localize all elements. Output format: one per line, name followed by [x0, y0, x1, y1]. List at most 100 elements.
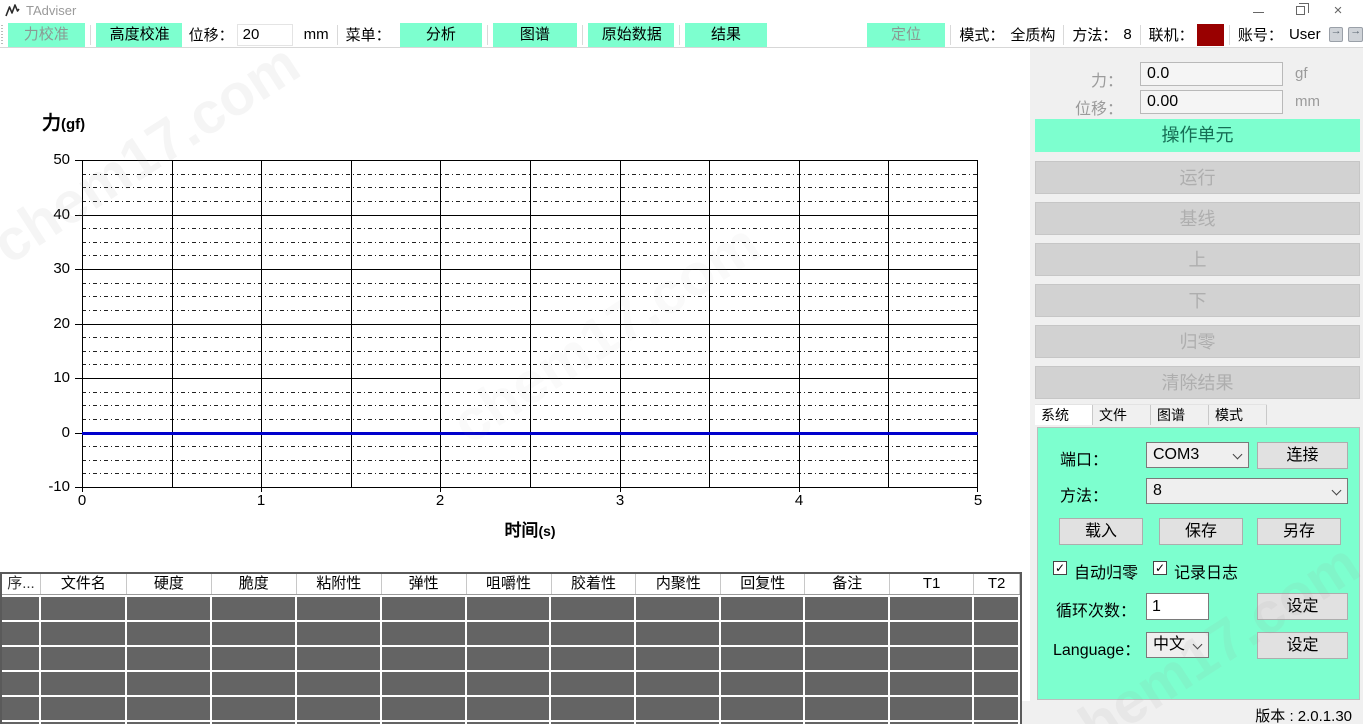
tab-系统[interactable]: 系统 [1035, 405, 1093, 425]
window-title: TAdviser [26, 3, 76, 18]
zero-button[interactable]: 归零 [1035, 325, 1360, 358]
table-cell [382, 697, 465, 720]
tab-模式[interactable]: 模式 [1209, 405, 1267, 425]
table-cell [297, 672, 380, 695]
table-column-header[interactable]: 序... [2, 574, 41, 594]
menu-label: 菜单： [343, 24, 394, 45]
force-unit: gf [1295, 65, 1308, 82]
y-tick-mark [75, 215, 82, 216]
analyze-button[interactable]: 分析 [400, 23, 483, 47]
close-button[interactable]: × [1321, 0, 1355, 22]
table-cell [805, 697, 888, 720]
table-column-header[interactable]: 内聚性 [636, 574, 721, 594]
tab-文件[interactable]: 文件 [1093, 405, 1151, 425]
raw-data-button[interactable]: 原始数据 [588, 23, 674, 47]
method-select-label: 方法： [1060, 482, 1108, 506]
restore-button[interactable] [1283, 0, 1317, 22]
table-cell [721, 622, 803, 645]
language-select[interactable]: 中文 [1146, 632, 1209, 658]
table-cell [805, 647, 888, 670]
table-row[interactable] [2, 597, 1020, 620]
table-column-header[interactable]: T1 [890, 574, 974, 594]
table-cell [805, 672, 888, 695]
method-select[interactable]: 8 [1146, 478, 1348, 504]
login-icon[interactable] [1329, 27, 1344, 42]
table-row[interactable] [2, 622, 1020, 645]
table-column-header[interactable]: T2 [974, 574, 1020, 594]
table-cell [41, 622, 125, 645]
table-column-header[interactable]: 胶着性 [552, 574, 637, 594]
load-button[interactable]: 载入 [1059, 518, 1143, 545]
vertical-gridline [440, 160, 441, 487]
spectrum-button[interactable]: 图谱 [493, 23, 577, 47]
online-label: 联机： [1146, 24, 1197, 45]
table-cell [551, 647, 634, 670]
save-as-button[interactable]: 另存 [1257, 518, 1341, 545]
table-cell [127, 697, 210, 720]
log-checkbox[interactable]: ✓ [1153, 561, 1167, 575]
vertical-gridline [888, 160, 889, 487]
chevron-down-icon [1233, 450, 1243, 460]
table-cell [721, 647, 803, 670]
table-row[interactable] [2, 647, 1020, 670]
auto-zero-label: 自动归零 [1074, 559, 1138, 583]
toolbar-grip[interactable] [1, 25, 5, 45]
table-column-header[interactable]: 硬度 [127, 574, 212, 594]
table-row[interactable] [2, 672, 1020, 695]
run-button[interactable]: 运行 [1035, 161, 1360, 194]
table-body [2, 597, 1020, 724]
y-tick-mark [75, 433, 82, 434]
operate-unit-button[interactable]: 操作单元 [1035, 119, 1360, 152]
table-cell [974, 697, 1018, 720]
account-value: User [1286, 26, 1324, 43]
vertical-gridline [261, 160, 262, 487]
table-column-header[interactable]: 备注 [805, 574, 890, 594]
y-tick-label: 0 [30, 424, 70, 442]
displacement-unit: mm [1295, 93, 1320, 110]
positioning-button[interactable]: 定位 [867, 23, 946, 47]
logout-icon[interactable] [1348, 27, 1363, 42]
table-row[interactable] [2, 697, 1020, 720]
table-column-header[interactable]: 回复性 [721, 574, 805, 594]
save-button[interactable]: 保存 [1159, 518, 1243, 545]
table-column-header[interactable]: 弹性 [382, 574, 467, 594]
y-tick-mark [75, 487, 82, 488]
tab-图谱[interactable]: 图谱 [1151, 405, 1209, 425]
displacement-input[interactable] [237, 24, 293, 46]
height-calibration-button[interactable]: 高度校准 [96, 23, 182, 47]
toolbar: 力校准 高度校准 位移： mm 菜单： 分析 图谱 原始数据 结果 定位 模式：… [0, 22, 1363, 48]
force-calibration-button[interactable]: 力校准 [8, 23, 85, 47]
displacement-readout-label: 位移： [1075, 95, 1123, 119]
chart-x-axis-title: 时间(s) [0, 516, 1060, 541]
vertical-gridline [977, 160, 978, 487]
connect-button[interactable]: 连接 [1257, 442, 1348, 469]
y-tick-mark [75, 269, 82, 270]
up-button[interactable]: 上 [1035, 243, 1360, 276]
table-cell [127, 672, 210, 695]
system-tab-panel: 端口： COM3 连接 方法： 8 载入 保存 另存 ✓ 自动归零 ✓ 记录日志… [1037, 427, 1360, 700]
vertical-gridline [620, 160, 621, 487]
table-cell [551, 697, 634, 720]
table-column-header[interactable]: 脆度 [212, 574, 297, 594]
plot-area[interactable]: 50403020100-10012345 [82, 160, 978, 487]
clear-results-button[interactable]: 清除结果 [1035, 366, 1360, 399]
baseline-button[interactable]: 基线 [1035, 202, 1360, 235]
down-button[interactable]: 下 [1035, 284, 1360, 317]
minor-gridline [82, 392, 978, 393]
table-column-header[interactable]: 文件名 [41, 574, 127, 594]
table-column-header[interactable]: 粘附性 [297, 574, 382, 594]
displacement-unit: mm [301, 26, 332, 43]
cycles-input[interactable] [1146, 593, 1209, 620]
table-cell [636, 622, 719, 645]
version-text: 版本 : 2.0.1.30 [1255, 705, 1352, 724]
language-set-button[interactable]: 设定 [1257, 632, 1348, 659]
table-cell [2, 622, 39, 645]
minimize-button[interactable] [1241, 0, 1275, 22]
port-select[interactable]: COM3 [1146, 442, 1249, 468]
auto-zero-checkbox[interactable]: ✓ [1053, 561, 1067, 575]
table-cell [890, 697, 972, 720]
table-column-header[interactable]: 咀嚼性 [467, 574, 552, 594]
cycles-set-button[interactable]: 设定 [1257, 593, 1348, 620]
table-cell [890, 672, 972, 695]
result-button[interactable]: 结果 [685, 23, 768, 47]
